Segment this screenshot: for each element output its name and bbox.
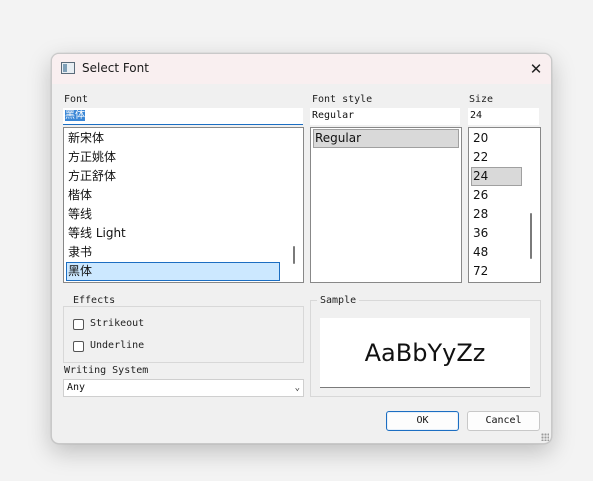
- size-list-item[interactable]: 26: [472, 186, 488, 205]
- app-window-icon: [61, 62, 75, 74]
- size-list-item[interactable]: 22: [472, 148, 488, 167]
- sample-preview: AaBbYyZz: [320, 318, 530, 388]
- sample-text: AaBbYyZz: [364, 339, 486, 367]
- font-style-label: Font style: [312, 94, 373, 105]
- underline-checkbox[interactable]: [73, 341, 84, 352]
- size-list-item[interactable]: 48: [472, 243, 488, 262]
- size-list-scrollbar[interactable]: [530, 213, 532, 259]
- effects-title: Effects: [70, 295, 119, 306]
- font-list-item[interactable]: 等线: [67, 205, 92, 224]
- writing-system-select[interactable]: Any ⌄: [63, 379, 304, 397]
- strikeout-checkbox[interactable]: [73, 319, 84, 330]
- size-list-item[interactable]: 36: [472, 224, 488, 243]
- size-list-item-selected[interactable]: 24: [471, 167, 522, 186]
- select-font-dialog: Select Font ✕ Font 黑体 新宋体 方正姚体 方正舒体 楷体 等…: [51, 53, 552, 444]
- close-icon[interactable]: ✕: [526, 59, 546, 79]
- font-list-item[interactable]: 楷体: [67, 186, 92, 205]
- size-list-item[interactable]: 28: [472, 205, 488, 224]
- font-style-list-item-selected[interactable]: Regular: [313, 129, 459, 148]
- font-list[interactable]: 新宋体 方正姚体 方正舒体 楷体 等线 等线 Light 隶书 黑体: [63, 127, 304, 283]
- font-list-item-selected[interactable]: 黑体: [66, 262, 280, 281]
- size-list[interactable]: 20 22 24 26 28 36 48 72: [468, 127, 541, 283]
- size-input[interactable]: 24: [468, 108, 539, 125]
- size-list-item[interactable]: 20: [472, 129, 488, 148]
- effects-group: [63, 306, 304, 363]
- writing-system-label: Writing System: [64, 365, 149, 376]
- font-list-scrollbar[interactable]: [293, 246, 295, 264]
- font-style-list[interactable]: Regular: [310, 127, 462, 283]
- font-list-item[interactable]: 方正姚体: [67, 148, 116, 167]
- writing-system-value: Any: [67, 382, 86, 393]
- ok-button[interactable]: OK: [386, 411, 459, 431]
- font-list-item[interactable]: 等线 Light: [67, 224, 126, 243]
- font-input-value: 黑体: [65, 110, 85, 121]
- cancel-button[interactable]: Cancel: [467, 411, 540, 431]
- size-list-item[interactable]: 72: [472, 262, 488, 281]
- chevron-down-icon: ⌄: [294, 383, 300, 393]
- strikeout-label[interactable]: Strikeout: [90, 318, 144, 329]
- title-bar[interactable]: Select Font ✕: [52, 54, 551, 84]
- font-list-item[interactable]: 隶书: [67, 243, 92, 262]
- font-list-item[interactable]: 新宋体: [67, 129, 104, 148]
- font-input[interactable]: 黑体: [63, 108, 303, 125]
- font-list-item[interactable]: 方正舒体: [67, 167, 116, 186]
- sample-title: Sample: [317, 295, 360, 306]
- dialog-title: Select Font: [82, 61, 149, 75]
- font-label: Font: [64, 94, 89, 105]
- underline-label[interactable]: Underline: [90, 340, 144, 351]
- size-label: Size: [469, 94, 494, 105]
- font-style-input[interactable]: Regular: [310, 108, 460, 125]
- resize-grip-icon[interactable]: [541, 433, 549, 441]
